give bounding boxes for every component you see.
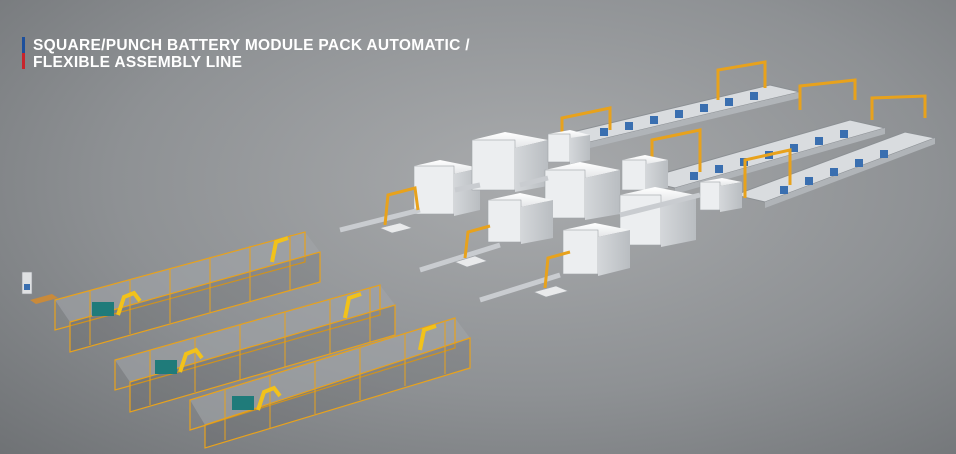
enclosure-5: [621, 155, 668, 192]
enclosure-7: [619, 187, 696, 247]
enclosure-6: [487, 193, 553, 244]
enclosure-4: [544, 162, 620, 220]
enclosure-8: [699, 178, 742, 212]
enclosure-3: [547, 130, 590, 164]
assembly-line-illustration: [21, 60, 937, 449]
loading-station: [21, 271, 58, 304]
enclosure-9: [562, 223, 630, 276]
